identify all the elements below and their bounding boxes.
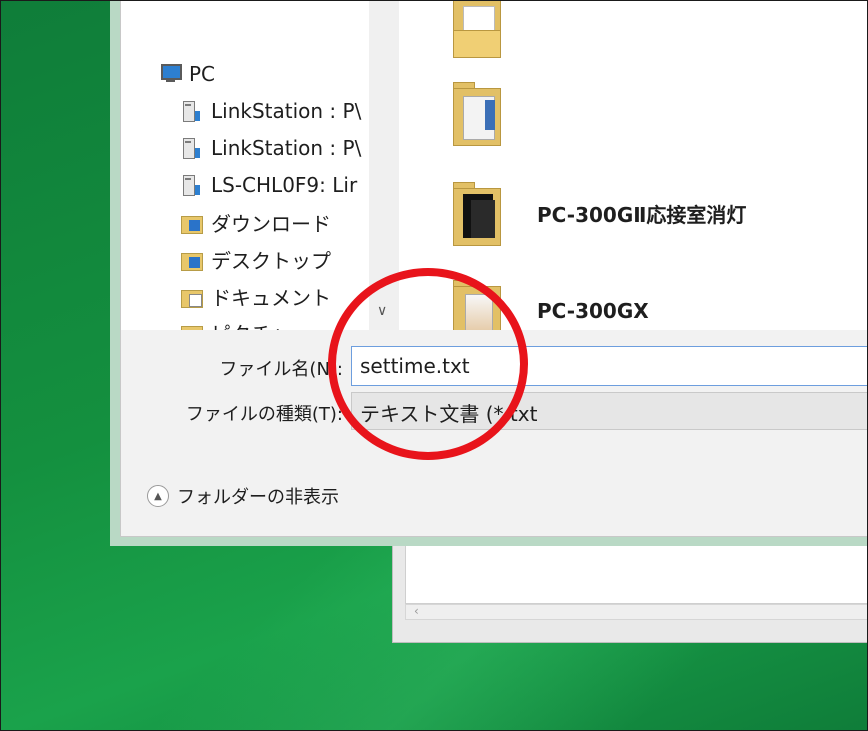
nav-item-label: LinkStation : P\ [211,99,362,123]
nav-item-linkstation-1[interactable]: LinkStation : P\ [179,95,361,127]
navigation-scrollbar[interactable]: ∨ [369,0,399,330]
nav-item-label: LS-CHL0F9: Lir [211,173,358,197]
filetype-select[interactable]: テキスト文書 (*.txt [351,392,868,430]
file-item-folder-2[interactable] [449,78,537,148]
save-dialog-body: PC LinkStation : P\ LinkStation : P\ LS-… [120,0,868,537]
filetype-label: ファイルの種類(T): [185,404,343,425]
nav-item-linkstation-2[interactable]: LinkStation : P\ [179,132,361,164]
documents-folder-icon [179,284,203,308]
network-drive-icon [179,173,203,197]
nav-item-ls-chl0f9[interactable]: LS-CHL0F9: Lir [179,169,357,201]
network-drive-icon [179,136,203,160]
nav-item-desktop[interactable]: デスクトップ [179,243,331,275]
folder-icon [449,178,509,248]
folder-icon [449,0,509,60]
file-name: PC-300GX [537,299,649,323]
filename-input[interactable] [351,346,868,386]
pictures-folder-icon [179,320,203,330]
nav-item-label: ドキュメント [211,285,331,310]
nav-item-label: LinkStation : P\ [211,136,362,160]
background-window-content [405,540,868,604]
save-dialog: PC LinkStation : P\ LinkStation : P\ LS-… [110,0,868,546]
nav-item-downloads[interactable]: ダウンロード [179,206,331,238]
file-item-pc-300gx[interactable]: PC-300GX [449,276,649,330]
collapse-up-icon: ▲ [147,485,169,507]
nav-item-pc[interactable]: PC [157,58,215,90]
folder-icon [449,276,509,330]
file-name: PC-300GⅡ応接室消灯 [537,202,747,227]
nav-item-documents[interactable]: ドキュメント [179,280,331,312]
file-list: PC-300GⅡ応接室消灯 PC-300GX [399,0,868,330]
network-drive-icon [179,99,203,123]
filetype-value: テキスト文書 (*.txt [360,402,538,426]
pc-icon [157,62,182,86]
desktop-folder-icon [179,247,203,271]
filename-label: ファイル名(N): [219,359,343,380]
navigation-pane: PC LinkStation : P\ LinkStation : P\ LS-… [121,0,369,330]
file-item-pc-300g2[interactable]: PC-300GⅡ応接室消灯 [449,178,746,248]
chevron-down-icon[interactable]: ∨ [377,303,387,319]
folder-icon [449,78,509,148]
nav-item-label: PC [189,62,216,86]
nav-item-label: デスクトップ [211,248,331,273]
nav-item-pictures[interactable]: ピクチャ [179,316,291,330]
nav-item-label: ダウンロード [211,211,331,236]
scroll-left-arrow-icon[interactable]: ‹ [414,604,419,618]
hide-folders-label: フォルダーの非表示 [177,487,339,508]
downloads-folder-icon [179,210,203,234]
hide-folders-button[interactable]: ▲ フォルダーの非表示 [147,480,339,512]
horizontal-scrollbar[interactable]: ‹ [405,604,868,620]
file-item-folder-1[interactable] [449,0,537,60]
nav-item-label: ピクチャ [211,318,291,331]
